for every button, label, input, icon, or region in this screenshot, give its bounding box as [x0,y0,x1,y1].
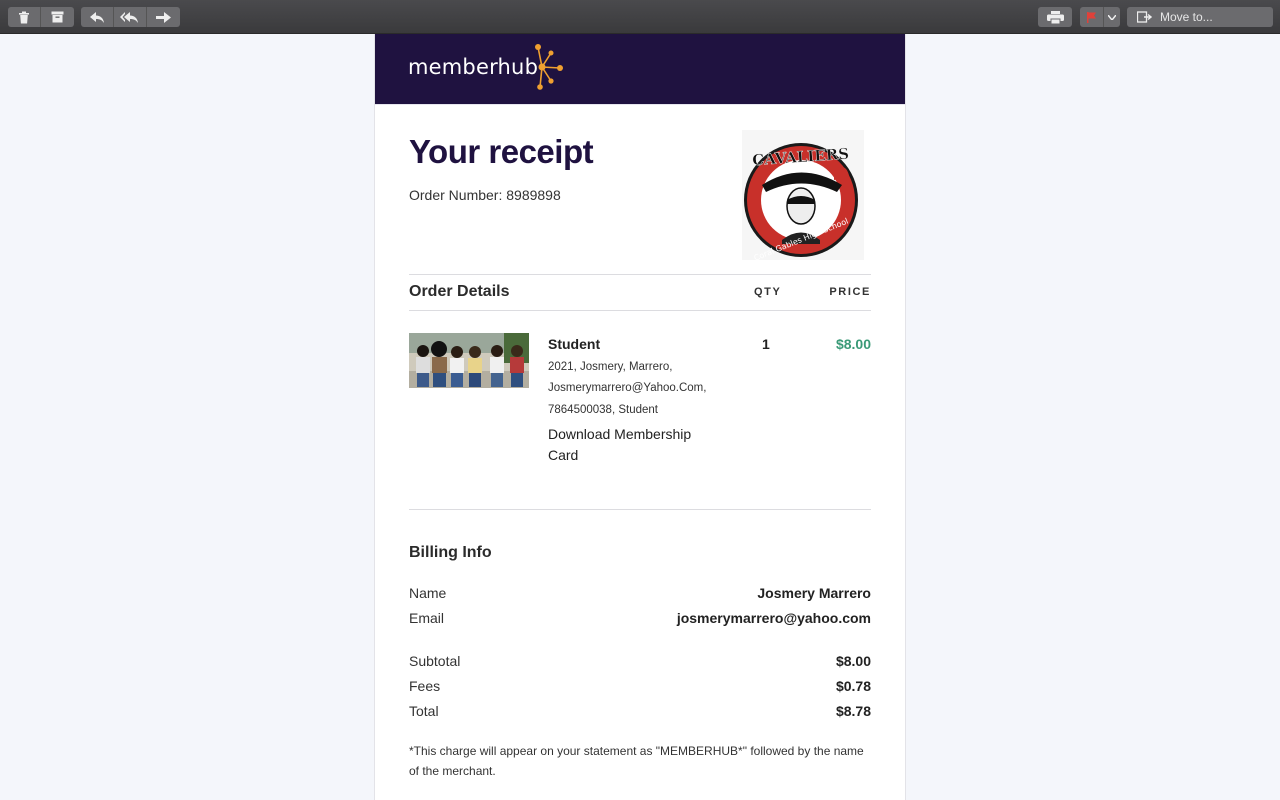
divider [409,310,871,311]
trash-icon [19,11,29,23]
flag-button[interactable] [1080,7,1104,27]
product-thumbnail-image [409,333,529,388]
order-number: Order Number: 8989898 [409,187,561,203]
archive-button[interactable] [41,7,74,27]
reply-button[interactable] [81,7,114,27]
memberhub-logo: memberhub [408,41,566,93]
fees-label: Fees [409,678,441,694]
item-detail-line: 7864500038, Student [548,404,658,416]
item-name: Student [548,336,601,352]
subtotal-label: Subtotal [409,653,461,669]
reply-icon [89,11,104,23]
reply-forward-group [81,7,180,27]
chevron-down-icon [1108,14,1116,20]
print-icon [1046,10,1064,24]
print-button[interactable] [1038,7,1072,27]
reply-all-button[interactable] [114,7,147,27]
hub-node-icon [535,44,564,90]
flag-group [1080,7,1120,27]
receipt-title: Your receipt [409,133,594,170]
order-details-heading: Order Details [409,283,510,300]
delete-archive-group [8,7,74,27]
billing-info-heading: Billing Info [409,544,492,561]
email-body: memberhub Your receipt Order Number: 898… [374,34,906,800]
download-membership-card-link[interactable]: Download Membership Card [548,424,718,466]
school-seal-logo: CAVALIERS Coral Gables High School [742,130,864,260]
item-price: $8.00 [835,336,871,352]
reply-all-icon [120,11,138,23]
flag-menu-button[interactable] [1104,7,1120,27]
billing-name-label: Name [409,585,447,601]
billing-email-value: josmerymarrero@yahoo.com [676,610,871,626]
qty-header: QTY [754,286,782,298]
brand-header: memberhub [375,34,905,104]
billing-name-value: Josmery Marrero [757,585,871,601]
subtotal-value: $8.00 [835,653,871,669]
forward-icon [156,11,171,23]
flag-icon [1086,11,1096,23]
billing-email-label: Email [409,610,445,626]
divider [409,509,871,510]
divider [409,274,871,275]
total-value: $8.78 [835,703,871,719]
brand-name: memberhub [408,55,539,79]
statement-note: *This charge will appear on your stateme… [409,744,864,778]
mail-toolbar: Move to... [0,0,1280,34]
fees-value: $0.78 [835,678,871,694]
archive-icon [51,11,64,23]
price-header: PRICE [829,286,871,298]
item-detail-line: 2021, Josmery, Marrero, [548,361,673,373]
move-to-button[interactable]: Move to... [1127,7,1273,27]
header-divider [375,104,905,105]
total-label: Total [409,703,439,719]
item-detail-line: Josmerymarrero@Yahoo.Com, [548,382,707,394]
move-to-label: Move to... [1160,10,1213,24]
forward-button[interactable] [147,7,180,27]
delete-button[interactable] [8,7,41,27]
item-qty: 1 [762,336,770,352]
folder-move-icon [1137,11,1152,23]
